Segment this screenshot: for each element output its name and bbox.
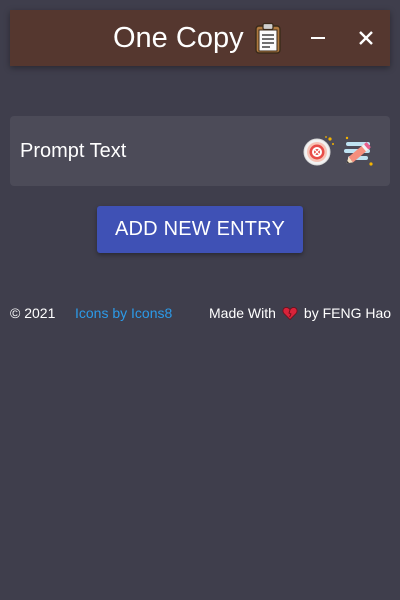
pencil-edit-icon[interactable]: [342, 134, 376, 168]
close-button[interactable]: [351, 23, 381, 53]
made-with-credit: Made With by FENG Hao: [209, 304, 391, 322]
app-title: One Copy: [113, 22, 244, 54]
entry-text: Prompt Text: [20, 140, 127, 162]
made-with-text: Made With: [209, 305, 276, 321]
footer: © 2021 Icons by Icons8 Made With by FENG…: [10, 304, 391, 322]
heart-icon: [282, 307, 298, 321]
copyright-text: © 2021: [10, 305, 56, 321]
add-new-entry-button[interactable]: ADD NEW ENTRY: [97, 206, 303, 253]
close-icon: [359, 31, 373, 45]
author-text: by FENG Hao: [303, 305, 392, 321]
target-copy-icon[interactable]: [302, 134, 336, 168]
icons8-credit-link[interactable]: Icons by Icons8: [75, 304, 172, 322]
minimize-button[interactable]: [303, 23, 333, 53]
entry-card[interactable]: Prompt Text: [10, 116, 390, 186]
title-bar[interactable]: One Copy: [10, 10, 390, 66]
minimize-icon: [311, 37, 325, 39]
clipboard-icon: [254, 22, 281, 54]
title-group: One Copy: [113, 21, 282, 55]
